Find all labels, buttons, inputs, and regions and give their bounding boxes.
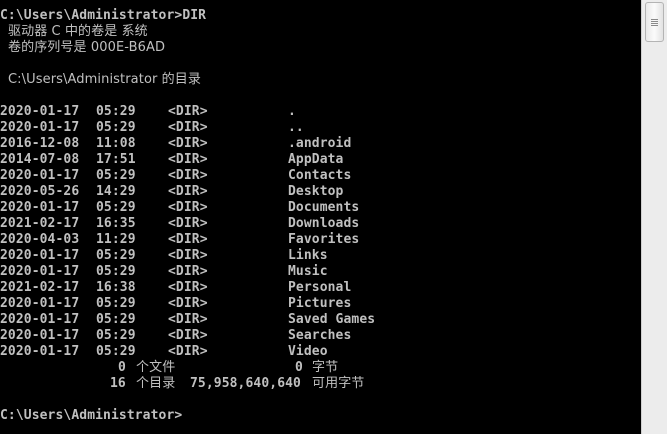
summary-dirs-line: 16 个目录 75,958,640,640 可用字节 — [0, 376, 364, 392]
entry-date: 2020-01-17 — [0, 248, 80, 263]
console-window[interactable]: C:\Users\Administrator>DIR 驱动器 C 中的卷是 系统… — [0, 0, 640, 434]
entry-type: <DIR> — [168, 296, 208, 311]
entry-date: 2014-07-08 — [0, 152, 80, 167]
entry-name: Searches — [288, 328, 352, 343]
entry-time: 05:29 — [96, 344, 136, 359]
entry-date: 2020-01-17 — [0, 104, 80, 119]
entry-name: Downloads — [288, 216, 360, 231]
entry-type: <DIR> — [168, 104, 208, 119]
file-count: 0 — [118, 360, 126, 375]
volume-serial-line: 卷的序列号是 000E-B6AD — [8, 40, 166, 55]
scrollbar-thumb[interactable] — [645, 2, 664, 42]
entry-time: 05:29 — [96, 328, 136, 343]
entry-type: <DIR> — [168, 216, 208, 231]
file-bytes-unit: 字节 — [312, 360, 339, 375]
entry-time: 05:29 — [96, 104, 136, 119]
entry-date: 2020-05-26 — [0, 184, 80, 199]
entry-name: Personal — [288, 280, 352, 295]
entry-name: . — [288, 104, 296, 119]
entry-type: <DIR> — [168, 184, 208, 199]
entry-date: 2020-01-17 — [0, 328, 80, 343]
entry-name: .. — [288, 120, 304, 135]
entry-time: 05:29 — [96, 200, 136, 215]
entry-date: 2021-02-17 — [0, 280, 80, 295]
entry-name: Music — [288, 264, 328, 279]
entry-type: <DIR> — [168, 248, 208, 263]
entry-type: <DIR> — [168, 120, 208, 135]
entry-name: Saved Games — [288, 312, 376, 327]
entry-date: 2020-01-17 — [0, 200, 80, 215]
entry-type: <DIR> — [168, 136, 208, 151]
entry-date: 2020-01-17 — [0, 296, 80, 311]
entry-time: 11:29 — [96, 232, 136, 247]
entry-type: <DIR> — [168, 280, 208, 295]
file-count-label: 个文件 — [136, 360, 176, 375]
directory-of-line: C:\Users\Administrator 的目录 — [8, 72, 201, 87]
entry-name: Video — [288, 344, 328, 359]
entry-type: <DIR> — [168, 344, 208, 359]
entry-time: 05:29 — [96, 264, 136, 279]
entry-date: 2020-01-17 — [0, 168, 80, 183]
entry-name: .android — [288, 136, 352, 151]
entry-time: 05:29 — [96, 312, 136, 327]
entry-time: 05:29 — [96, 296, 136, 311]
entry-type: <DIR> — [168, 312, 208, 327]
entry-name: Favorites — [288, 232, 360, 247]
entry-date: 2021-02-17 — [0, 216, 80, 231]
entry-date: 2020-01-17 — [0, 120, 80, 135]
entry-date: 2020-04-03 — [0, 232, 80, 247]
command-line: C:\Users\Administrator>DIR — [0, 8, 207, 23]
entry-time: 05:29 — [96, 168, 136, 183]
entry-name: AppData — [288, 152, 344, 167]
entry-time: 11:08 — [96, 136, 136, 151]
entry-date: 2020-01-17 — [0, 312, 80, 327]
summary-files-line: 0 个文件 0 字节 — [0, 360, 338, 376]
entry-time: 05:29 — [96, 248, 136, 263]
free-bytes: 75,958,640,640 — [190, 376, 301, 391]
entry-type: <DIR> — [168, 328, 208, 343]
entry-type: <DIR> — [168, 264, 208, 279]
entry-date: 2016-12-08 — [0, 136, 80, 151]
entry-name: Links — [288, 248, 328, 263]
dir-count-label: 个目录 — [136, 376, 176, 391]
entry-time: 14:29 — [96, 184, 136, 199]
volume-label-line: 驱动器 C 中的卷是 系统 — [8, 24, 148, 39]
entry-name: Pictures — [288, 296, 352, 311]
entry-time: 17:51 — [96, 152, 136, 167]
grip-line-icon — [651, 21, 658, 22]
entry-date: 2020-01-17 — [0, 264, 80, 279]
entry-type: <DIR> — [168, 152, 208, 167]
dir-count: 16 — [110, 376, 126, 391]
grip-line-icon — [651, 19, 658, 20]
vertical-scrollbar[interactable] — [641, 0, 667, 434]
entry-time: 16:38 — [96, 280, 136, 295]
entry-name: Desktop — [288, 184, 344, 199]
command-prompt[interactable]: C:\Users\Administrator> — [0, 408, 182, 424]
entry-type: <DIR> — [168, 200, 208, 215]
entry-name: Documents — [288, 200, 360, 215]
file-bytes: 0 — [295, 360, 303, 375]
entry-name: Contacts — [288, 168, 352, 183]
grip-line-icon — [651, 25, 658, 26]
entry-time: 05:29 — [96, 120, 136, 135]
grip-line-icon — [651, 23, 658, 24]
entry-type: <DIR> — [168, 232, 208, 247]
entry-type: <DIR> — [168, 168, 208, 183]
entry-time: 16:35 — [96, 216, 136, 231]
entry-date: 2020-01-17 — [0, 344, 80, 359]
free-bytes-unit: 可用字节 — [312, 376, 365, 391]
